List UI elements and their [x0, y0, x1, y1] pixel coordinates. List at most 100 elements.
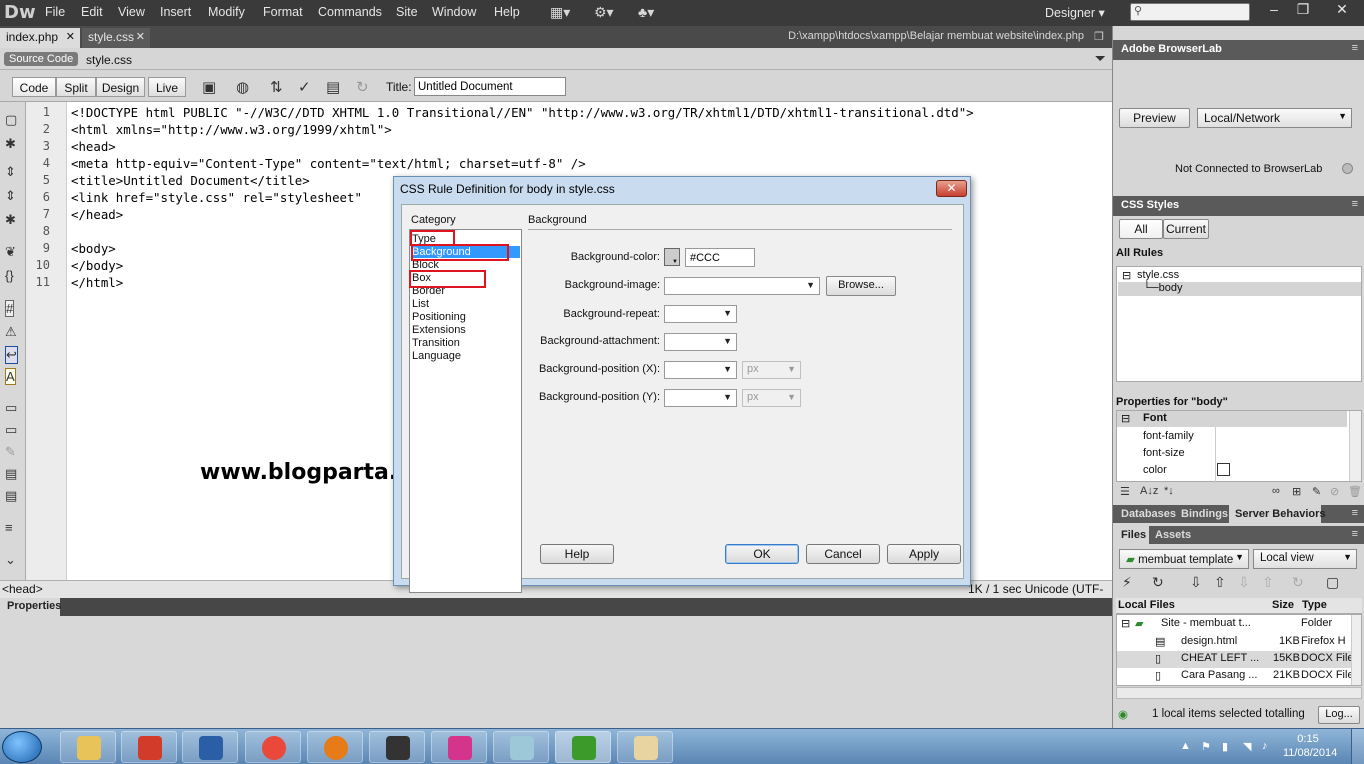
- help-button[interactable]: Help: [540, 544, 614, 564]
- browse-button[interactable]: Browse...: [826, 276, 896, 296]
- tree-item-style-css[interactable]: style.css: [1137, 269, 1179, 281]
- tab-bindings[interactable]: Bindings: [1181, 508, 1228, 520]
- tree-item-body[interactable]: └─body: [1143, 282, 1182, 294]
- bg-position-x-unit[interactable]: px ▼: [742, 361, 801, 379]
- tab-server-behaviors[interactable]: Server Behaviors: [1235, 508, 1326, 520]
- tray-network-icon[interactable]: ▮: [1222, 740, 1228, 753]
- system-clock[interactable]: 0:15 11/08/2014: [1283, 732, 1337, 760]
- related-file-style-css[interactable]: style.css: [86, 53, 132, 67]
- tag-selector[interactable]: <head>: [2, 582, 43, 596]
- bg-position-y-select[interactable]: ▼: [664, 389, 737, 407]
- menu-site[interactable]: Site: [396, 5, 418, 19]
- tab-assets[interactable]: Assets: [1155, 529, 1191, 541]
- log-button[interactable]: Log...: [1318, 706, 1360, 724]
- color-picker-swatch[interactable]: ▼: [664, 248, 680, 266]
- list-item[interactable]: ▯ Cara Pasang ... 21KB DOCX File: [1117, 669, 1354, 685]
- get-files-icon[interactable]: ⇩: [1190, 574, 1202, 591]
- bg-position-x-select[interactable]: ▼: [664, 361, 737, 379]
- view-select[interactable]: Local view ▼: [1253, 549, 1357, 569]
- properties-tab[interactable]: Properties: [0, 598, 61, 616]
- prop-color[interactable]: color: [1143, 464, 1167, 476]
- tab-databases[interactable]: Databases: [1121, 508, 1176, 520]
- code-view-button[interactable]: Code: [12, 77, 56, 97]
- syntax-coloring-icon[interactable]: A: [5, 368, 16, 385]
- menu-file[interactable]: File: [45, 5, 65, 19]
- taskbar-paint[interactable]: [617, 731, 673, 763]
- taskbar-corel[interactable]: [431, 731, 487, 763]
- visual-aids-icon[interactable]: ▤: [326, 78, 340, 96]
- attach-style-icon[interactable]: ∞: [1272, 485, 1280, 497]
- menu-window[interactable]: Window: [432, 5, 476, 19]
- bg-position-y-unit[interactable]: px ▼: [742, 389, 801, 407]
- new-rule-icon[interactable]: ⊞: [1292, 485, 1301, 498]
- indent-icon[interactable]: ≡: [5, 520, 13, 535]
- apply-button[interactable]: Apply: [887, 544, 961, 564]
- close-button[interactable]: ✕: [1320, 0, 1364, 18]
- expand-all-icon[interactable]: ✱: [5, 212, 16, 228]
- taskbar-virtualbox[interactable]: [182, 731, 238, 763]
- taskbar-app-red[interactable]: [121, 731, 177, 763]
- category-language[interactable]: Language: [412, 350, 461, 362]
- panel-menu-icon[interactable]: ≡: [1352, 198, 1358, 210]
- tab-files[interactable]: Files: [1121, 529, 1146, 541]
- prop-font-size[interactable]: font-size: [1143, 447, 1185, 459]
- tray-expand-icon[interactable]: ▲: [1180, 740, 1191, 752]
- menu-view[interactable]: View: [118, 5, 145, 19]
- collapse-icon[interactable]: ⊟: [1121, 617, 1130, 630]
- col-type[interactable]: Type: [1302, 599, 1327, 611]
- taskbar-chrome[interactable]: [245, 731, 301, 763]
- close-icon[interactable]: ✕: [66, 30, 75, 43]
- checkout-icon[interactable]: ⇩: [1238, 574, 1250, 591]
- menu-commands[interactable]: Commands: [318, 5, 382, 19]
- layout-icon[interactable]: ▦▾: [550, 4, 570, 21]
- design-view-button[interactable]: Design: [96, 77, 145, 97]
- source-code-button[interactable]: Source Code: [4, 52, 79, 66]
- menu-insert[interactable]: Insert: [160, 5, 191, 19]
- category-positioning[interactable]: Positioning: [412, 311, 466, 323]
- menu-help[interactable]: Help: [494, 5, 520, 19]
- multiscreen-icon[interactable]: ▣: [202, 78, 216, 96]
- network-select[interactable]: Local/Network ▼: [1197, 108, 1352, 128]
- site-icon[interactable]: ♣▾: [638, 4, 654, 21]
- tab-index-php[interactable]: index.php ✕: [0, 28, 80, 48]
- panel-menu-icon[interactable]: ≡: [1352, 42, 1358, 54]
- bg-image-select[interactable]: ▼: [664, 277, 820, 295]
- highlight-invalid-icon[interactable]: ⚠: [5, 324, 17, 340]
- scrollbar[interactable]: [1349, 411, 1361, 481]
- balance-braces-icon[interactable]: {}: [5, 268, 14, 283]
- close-icon[interactable]: ✕: [136, 30, 145, 43]
- start-button[interactable]: [2, 731, 42, 763]
- category-extensions[interactable]: Extensions: [412, 324, 466, 336]
- refresh-icon[interactable]: ↻: [1152, 574, 1164, 591]
- set-properties-icon[interactable]: *↓: [1164, 485, 1174, 497]
- show-code-navigator-icon[interactable]: ✱: [5, 136, 16, 152]
- collapse-icon[interactable]: ⊟: [1122, 269, 1131, 282]
- split-view-button[interactable]: Split: [56, 77, 96, 97]
- menu-format[interactable]: Format: [263, 5, 303, 19]
- category-transition[interactable]: Transition: [412, 337, 460, 349]
- bg-color-input[interactable]: [685, 248, 755, 267]
- wrap-tag-icon[interactable]: ✎: [5, 444, 16, 460]
- alpha-view-icon[interactable]: A↓z: [1140, 485, 1158, 497]
- minimize-button[interactable]: –: [1260, 0, 1288, 18]
- taskbar-firefox[interactable]: [307, 731, 363, 763]
- menu-edit[interactable]: Edit: [81, 5, 103, 19]
- gear-icon[interactable]: ⚙▾: [594, 4, 614, 21]
- put-files-icon[interactable]: ⇧: [1214, 574, 1226, 591]
- site-select[interactable]: ▰ membuat template ▼: [1119, 549, 1249, 569]
- show-desktop-button[interactable]: [1351, 729, 1364, 764]
- scrollbar[interactable]: [1351, 615, 1361, 685]
- all-tab-button[interactable]: All: [1119, 219, 1163, 239]
- col-local-files[interactable]: Local Files: [1118, 599, 1175, 611]
- tray-volume-icon[interactable]: ♪: [1262, 740, 1268, 752]
- restore-button[interactable]: ❐: [1289, 0, 1317, 18]
- ok-button[interactable]: OK: [725, 544, 799, 564]
- tray-wifi-icon[interactable]: ◥: [1243, 740, 1251, 753]
- list-item[interactable]: ▤ design.html 1KB Firefox H: [1117, 635, 1351, 651]
- prop-font-family[interactable]: font-family: [1143, 430, 1194, 442]
- chevron-down-icon[interactable]: ⌄: [5, 552, 16, 568]
- list-item[interactable]: ▯ CHEAT LEFT ... 15KB DOCX File: [1117, 651, 1354, 668]
- panel-menu-icon[interactable]: ≡: [1352, 507, 1358, 519]
- apply-comment-icon[interactable]: ▭: [5, 400, 17, 416]
- move-css-icon[interactable]: ▤: [5, 488, 17, 504]
